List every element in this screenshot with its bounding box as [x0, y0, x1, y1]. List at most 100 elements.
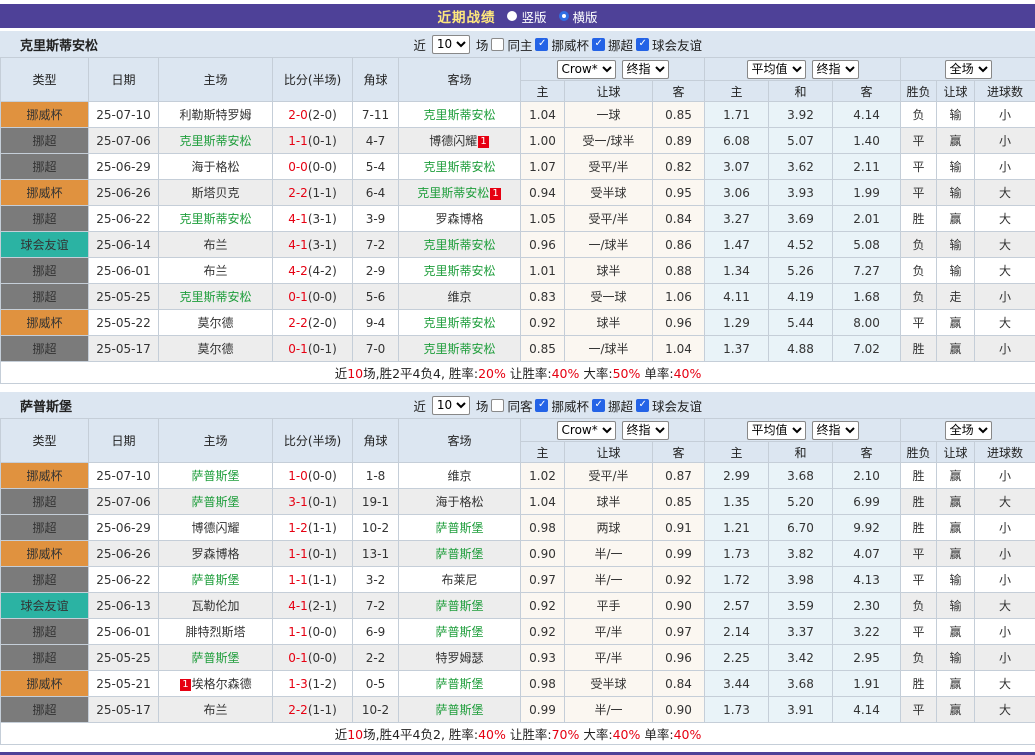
away-team-link[interactable]: 萨普斯堡 — [435, 547, 483, 561]
avg-home: 1.72 — [705, 567, 769, 593]
home-team-link[interactable]: 萨普斯堡 — [191, 573, 239, 587]
fulltime-score: 2-2 — [288, 703, 308, 717]
recent-count-select[interactable]: 10 — [432, 35, 470, 54]
odds-stage-select[interactable]: 终指 — [622, 421, 669, 440]
away-team-link[interactable]: 博德闪耀 — [429, 134, 477, 148]
away-team-link[interactable]: 克里斯蒂安松 — [423, 264, 495, 278]
result-goals: 小 — [975, 645, 1035, 671]
home-team-link[interactable]: 布兰 — [203, 238, 227, 252]
away-team-link[interactable]: 克里斯蒂安松 — [423, 316, 495, 330]
home-team-link[interactable]: 莫尔德 — [197, 342, 233, 356]
home-team-link[interactable]: 博德闪耀 — [191, 521, 239, 535]
home-team-link[interactable]: 腓特烈斯塔 — [185, 625, 245, 639]
away-team-link[interactable]: 克里斯蒂安松 — [423, 238, 495, 252]
odds-stage-select[interactable]: 终指 — [622, 60, 669, 79]
match-row: 挪超25-06-22克里斯蒂安松4-1(3-1)3-9罗森博格1.05受平/半0… — [1, 206, 1035, 232]
match-date: 25-06-22 — [89, 206, 159, 232]
col-header: 日期 — [89, 419, 159, 463]
halftime-score: (2-1) — [308, 599, 337, 613]
avg-home: 1.35 — [705, 489, 769, 515]
league-filter-checkbox-3[interactable] — [636, 38, 649, 51]
home-team-link[interactable]: 莫尔德 — [197, 316, 233, 330]
away-team-link[interactable]: 罗森博格 — [435, 212, 483, 226]
sub-col-header: 让球 — [565, 442, 653, 463]
away-team-link[interactable]: 布莱尼 — [441, 573, 477, 587]
league-filter-checkbox-1[interactable] — [535, 38, 548, 51]
away-team-link[interactable]: 维京 — [447, 290, 471, 304]
away-team-link[interactable]: 克里斯蒂安松 — [423, 342, 495, 356]
odds-away: 0.84 — [653, 206, 705, 232]
league-filter-checkbox-1[interactable] — [535, 399, 548, 412]
col-header: 类型 — [1, 419, 89, 463]
odds-handicap: 半/一 — [565, 541, 653, 567]
avg-draw: 3.68 — [769, 671, 833, 697]
home-team-link[interactable]: 克里斯蒂安松 — [179, 134, 251, 148]
avg-source-select[interactable]: 平均值 — [747, 60, 806, 79]
result-goals: 大 — [975, 232, 1035, 258]
result-wdl: 胜 — [901, 206, 937, 232]
away-team-link[interactable]: 维京 — [447, 469, 471, 483]
fulltime-score: 0-0 — [288, 160, 308, 174]
result-goals: 大 — [975, 671, 1035, 697]
away-team-link[interactable]: 萨普斯堡 — [435, 625, 483, 639]
home-team-link[interactable]: 布兰 — [203, 264, 227, 278]
away-team-link[interactable]: 克里斯蒂安松 — [423, 160, 495, 174]
away-team-link[interactable]: 萨普斯堡 — [435, 599, 483, 613]
avg-draw: 4.88 — [769, 336, 833, 362]
result-handicap: 赢 — [937, 206, 975, 232]
home-cell: 莫尔德 — [159, 336, 273, 362]
odds-handicap: 半/一 — [565, 697, 653, 723]
away-team-link[interactable]: 海于格松 — [435, 495, 483, 509]
avg-draw: 3.91 — [769, 697, 833, 723]
home-team-link[interactable]: 萨普斯堡 — [191, 469, 239, 483]
league-filter-checkbox-2[interactable] — [592, 399, 605, 412]
league-filter-checkbox-3[interactable] — [636, 399, 649, 412]
fulltime-score: 4-2 — [288, 264, 308, 278]
home-team-link[interactable]: 萨普斯堡 — [191, 495, 239, 509]
home-team-link[interactable]: 克里斯蒂安松 — [179, 212, 251, 226]
away-team-link[interactable]: 萨普斯堡 — [435, 703, 483, 717]
home-cell: 腓特烈斯塔 — [159, 619, 273, 645]
layout-option-horizontal[interactable]: 横版 — [559, 7, 598, 26]
result-handicap: 输 — [937, 567, 975, 593]
scope-select[interactable]: 全场 — [945, 421, 992, 440]
summary-text: 近 — [335, 727, 348, 742]
home-team-link[interactable]: 布兰 — [203, 703, 227, 717]
home-cell: 萨普斯堡 — [159, 645, 273, 671]
match-type: 挪超 — [1, 697, 89, 723]
home-team-link[interactable]: 罗森博格 — [191, 547, 239, 561]
home-cell: 莫尔德 — [159, 310, 273, 336]
halftime-score: (3-1) — [308, 238, 337, 252]
avg-stage-select[interactable]: 终指 — [812, 421, 859, 440]
sub-col-header: 和 — [769, 442, 833, 463]
result-handicap: 输 — [937, 232, 975, 258]
same-venue-checkbox[interactable] — [491, 399, 504, 412]
away-team-link[interactable]: 克里斯蒂安松 — [423, 108, 495, 122]
home-team-link[interactable]: 埃格尔森德 — [192, 677, 252, 691]
avg-source-select[interactable]: 平均值 — [747, 421, 806, 440]
score-cell: 0-1(0-1) — [273, 336, 353, 362]
home-team-link[interactable]: 海于格松 — [191, 160, 239, 174]
bookmaker-select[interactable]: Crow* — [557, 60, 616, 79]
away-team-link[interactable]: 萨普斯堡 — [435, 521, 483, 535]
bookmaker-select[interactable]: Crow* — [557, 421, 616, 440]
league-filter-checkbox-2[interactable] — [592, 38, 605, 51]
recent-count-select[interactable]: 10 — [432, 396, 470, 415]
scope-select[interactable]: 全场 — [945, 60, 992, 79]
home-team-link[interactable]: 利勒斯特罗姆 — [179, 108, 251, 122]
home-team-link[interactable]: 萨普斯堡 — [191, 651, 239, 665]
match-date: 25-06-13 — [89, 593, 159, 619]
home-team-link[interactable]: 克里斯蒂安松 — [179, 290, 251, 304]
away-team-link[interactable]: 特罗姆瑟 — [435, 651, 483, 665]
away-team-link[interactable]: 萨普斯堡 — [435, 677, 483, 691]
avg-away: 1.40 — [833, 128, 901, 154]
home-team-link[interactable]: 瓦勒伦加 — [191, 599, 239, 613]
avg-away: 2.11 — [833, 154, 901, 180]
away-team-link[interactable]: 克里斯蒂安松 — [417, 186, 489, 200]
match-type: 挪超 — [1, 128, 89, 154]
home-team-link[interactable]: 斯塔贝克 — [191, 186, 239, 200]
layout-option-vertical[interactable]: 竖版 — [507, 7, 546, 26]
avg-stage-select[interactable]: 终指 — [812, 60, 859, 79]
result-goals: 小 — [975, 284, 1035, 310]
same-venue-checkbox[interactable] — [491, 38, 504, 51]
